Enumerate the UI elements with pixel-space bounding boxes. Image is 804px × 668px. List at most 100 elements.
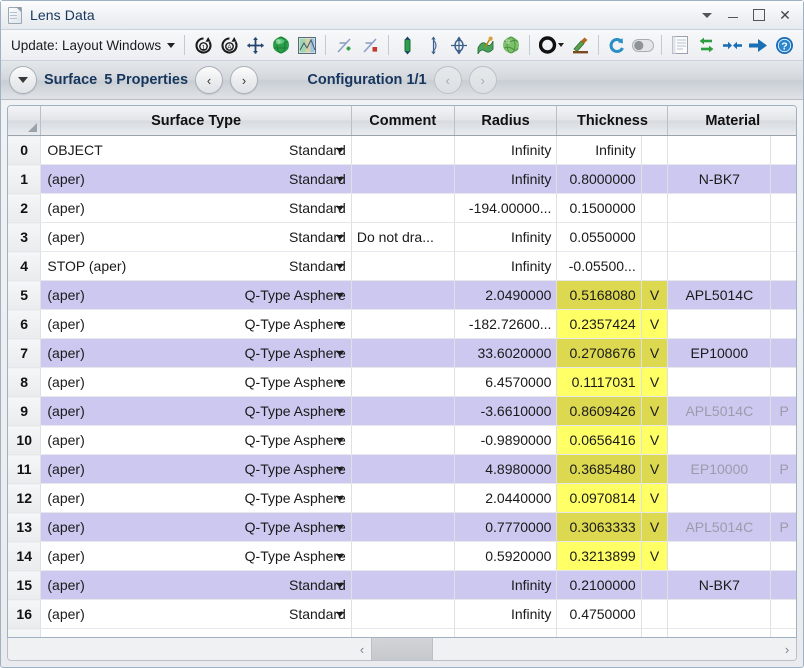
thickness-solve-flag[interactable]: V [641, 368, 668, 397]
row-header-13[interactable]: 13 [8, 513, 41, 542]
row-header-12[interactable]: 12 [8, 484, 41, 513]
maximize-button[interactable] [747, 4, 771, 26]
surface-type-cell[interactable]: (aper)Q-Type Asphere [41, 455, 351, 484]
row-header-8[interactable]: 8 [8, 368, 41, 397]
scroll-right-arrow[interactable]: › [778, 638, 796, 660]
thickness-solve-flag[interactable]: V [641, 542, 668, 571]
material-cell[interactable]: APL5014C [668, 513, 771, 542]
material-globe-icon[interactable] [499, 33, 523, 57]
radius-cell[interactable]: 4.8980000 [454, 455, 557, 484]
thickness-solve-flag[interactable]: V [641, 397, 668, 426]
material-pickup-flag[interactable] [771, 368, 797, 397]
radius-cell[interactable]: Infinity [454, 165, 557, 194]
radius-cell[interactable]: 0.5920000 [454, 542, 557, 571]
scrollbar-track-left[interactable] [8, 638, 353, 660]
comment-cell[interactable] [351, 600, 454, 629]
comment-cell[interactable] [351, 542, 454, 571]
comment-cell[interactable] [351, 571, 454, 600]
surface-type-cell[interactable]: IMAGEStandard [41, 629, 351, 639]
material-pickup-flag[interactable] [771, 484, 797, 513]
thickness-cell[interactable]: 0.2357424 [557, 310, 641, 339]
material-pickup-flag[interactable]: P [771, 455, 797, 484]
surface-type-cell[interactable]: (aper)Q-Type Asphere [41, 484, 351, 513]
material-cell[interactable] [668, 223, 771, 252]
thickness-cell[interactable]: - [557, 629, 641, 639]
comment-cell[interactable] [351, 310, 454, 339]
insert-surface-before-icon[interactable] [332, 33, 356, 57]
scrollbar-thumb[interactable] [371, 638, 433, 660]
thickness-solve-flag[interactable]: V [641, 339, 668, 368]
row-header-2[interactable]: 2 [8, 194, 41, 223]
thickness-solve-flag[interactable]: V [641, 484, 668, 513]
column-header-radius[interactable]: Radius [454, 106, 557, 136]
thickness-cell[interactable]: 0.4750000 [557, 600, 641, 629]
configuration-prev-button[interactable]: ‹ [434, 66, 462, 94]
window-menu-button[interactable] [695, 4, 719, 26]
material-cell[interactable] [668, 136, 771, 165]
table-row[interactable]: 5(aper)Q-Type Asphere2.04900000.5168080V… [8, 281, 797, 310]
material-cell[interactable] [668, 484, 771, 513]
radius-cell[interactable]: Infinity [454, 252, 557, 281]
surface-type-cell[interactable]: (aper)Standard [41, 223, 351, 252]
undo-icon[interactable] [605, 33, 629, 57]
row-header-16[interactable]: 16 [8, 600, 41, 629]
comment-cell[interactable] [351, 455, 454, 484]
thickness-cell[interactable]: 0.0656416 [557, 426, 641, 455]
surface-type-cell[interactable]: STOP (aper)Standard [41, 252, 351, 281]
material-pickup-flag[interactable] [771, 194, 797, 223]
surface-next-button[interactable]: › [230, 66, 258, 94]
material-pickup-flag[interactable] [771, 165, 797, 194]
thickness-solve-flag[interactable] [641, 252, 668, 281]
radius-cell[interactable]: -0.9890000 [454, 426, 557, 455]
surface-prev-button[interactable]: ‹ [195, 66, 223, 94]
thickness-cell[interactable]: Infinity [557, 136, 641, 165]
thickness-cell[interactable]: 0.5168080 [557, 281, 641, 310]
comment-cell[interactable] [351, 136, 454, 165]
table-row[interactable]: 12(aper)Q-Type Asphere2.04400000.0970814… [8, 484, 797, 513]
comment-cell[interactable] [351, 629, 454, 639]
table-row[interactable]: 9(aper)Q-Type Asphere-3.66100000.8609426… [8, 397, 797, 426]
thickness-solve-flag[interactable] [641, 194, 668, 223]
material-cell[interactable]: N-BK7 [668, 571, 771, 600]
surface-type-cell[interactable]: (aper)Standard [41, 600, 351, 629]
row-header-11[interactable]: 11 [8, 455, 41, 484]
layout-preview-icon[interactable] [295, 33, 319, 57]
surface-type-cell[interactable]: (aper)Q-Type Asphere [41, 281, 351, 310]
thickness-cell[interactable]: 0.1117031 [557, 368, 641, 397]
radius-cell[interactable]: -194.00000... [454, 194, 557, 223]
surface-type-cell[interactable]: OBJECTStandard [41, 136, 351, 165]
thickness-solve-flag[interactable] [641, 136, 668, 165]
material-cell[interactable]: EP10000 [668, 455, 771, 484]
radius-cell[interactable]: -3.6610000 [454, 397, 557, 426]
minimize-button[interactable] [721, 4, 745, 26]
column-header-comment[interactable]: Comment [351, 106, 454, 136]
thickness-cell[interactable]: 0.8609426 [557, 397, 641, 426]
table-row[interactable]: 11(aper)Q-Type Asphere4.89800000.3685480… [8, 455, 797, 484]
material-pickup-flag[interactable] [771, 600, 797, 629]
material-pickup-flag[interactable] [771, 281, 797, 310]
table-row[interactable]: 0OBJECTStandardInfinityInfinity [8, 136, 797, 165]
comment-cell[interactable] [351, 281, 454, 310]
scale-icon[interactable] [447, 33, 471, 57]
radius-cell[interactable]: Infinity [454, 629, 557, 639]
tools-icon[interactable] [568, 33, 592, 57]
comment-cell[interactable] [351, 252, 454, 281]
radius-cell[interactable]: Infinity [454, 571, 557, 600]
thickness-cell[interactable]: 0.3063333 [557, 513, 641, 542]
radius-cell[interactable]: 2.0440000 [454, 484, 557, 513]
globe-icon[interactable] [269, 33, 293, 57]
thickness-solve-flag[interactable]: V [641, 310, 668, 339]
close-button[interactable]: ✕ [773, 4, 797, 26]
scroll-left-arrow[interactable]: ‹ [353, 638, 371, 660]
material-pickup-flag[interactable] [771, 136, 797, 165]
thickness-solve-flag[interactable]: V [641, 513, 668, 542]
update-single-icon[interactable]: 1 [191, 33, 215, 57]
surface-type-cell[interactable]: (aper)Standard [41, 194, 351, 223]
update-all-icon[interactable]: A [217, 33, 241, 57]
surface-type-cell[interactable]: (aper)Q-Type Asphere [41, 310, 351, 339]
material-pickup-flag[interactable]: P [771, 397, 797, 426]
radius-cell[interactable]: -182.72600... [454, 310, 557, 339]
comment-cell[interactable] [351, 484, 454, 513]
table-row[interactable]: 1(aper)StandardInfinity0.8000000N-BK7 [8, 165, 797, 194]
material-cell[interactable] [668, 426, 771, 455]
